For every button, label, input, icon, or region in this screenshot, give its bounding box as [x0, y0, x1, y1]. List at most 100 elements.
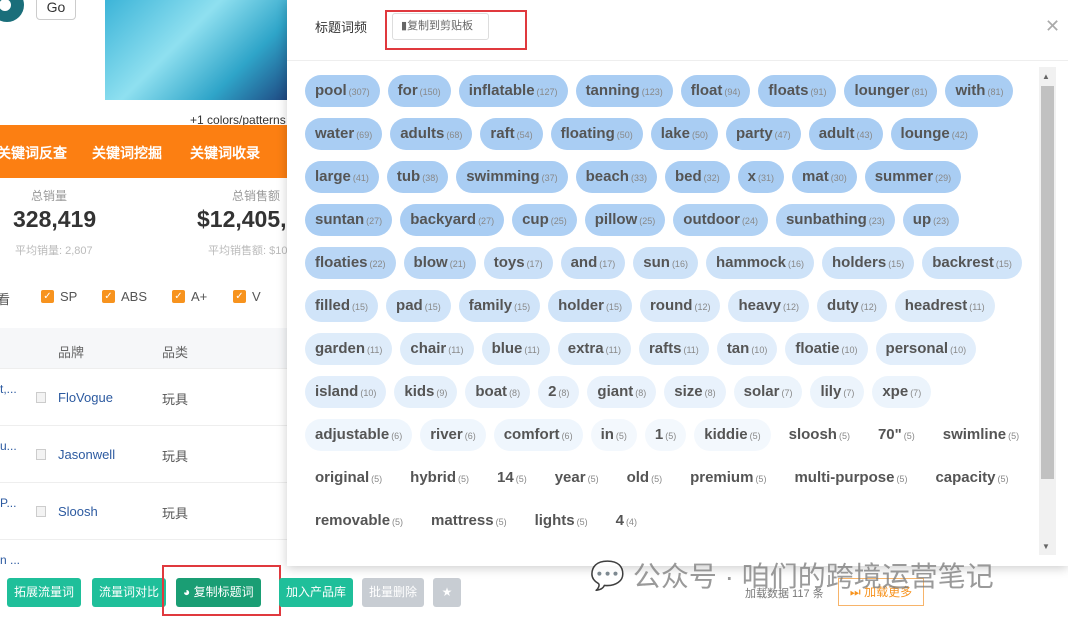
nav-keyword-mining[interactable]: 关键词挖掘 [92, 143, 162, 163]
word-tag[interactable]: x (31) [737, 161, 785, 193]
word-tag[interactable]: tub (38) [386, 161, 449, 193]
doc-icon[interactable] [36, 506, 46, 517]
word-tag[interactable]: beach (33) [575, 161, 657, 193]
brand-link[interactable]: Jasonwell [58, 447, 115, 462]
word-tag[interactable]: 4 (4) [606, 505, 647, 537]
word-tag[interactable]: extra (11) [557, 333, 631, 365]
word-tag[interactable]: float (94) [680, 75, 751, 107]
word-tag[interactable]: and (17) [560, 247, 626, 279]
word-tag[interactable]: sunbathing (23) [775, 204, 895, 236]
word-tag[interactable]: adjustable (6) [305, 419, 413, 451]
word-tag[interactable]: up (23) [902, 204, 960, 236]
word-tag[interactable]: pad (15) [386, 290, 451, 322]
word-tag[interactable]: capacity (5) [925, 462, 1018, 494]
word-tag[interactable]: raft (54) [480, 118, 543, 150]
word-tag[interactable]: solar (7) [733, 376, 803, 408]
word-tag[interactable]: outdoor (24) [673, 204, 768, 236]
word-tag[interactable]: removable (5) [305, 505, 413, 537]
word-tag[interactable]: blow (21) [403, 247, 476, 279]
doc-icon[interactable] [36, 449, 46, 460]
checkbox-sp[interactable]: ✓ SP [41, 289, 77, 304]
word-tag[interactable]: 2 (8) [538, 376, 580, 408]
word-tag[interactable]: river (6) [420, 419, 486, 451]
word-tag[interactable]: floats (91) [758, 75, 837, 107]
word-tag[interactable]: suntan (27) [305, 204, 393, 236]
word-tag[interactable]: hybrid (5) [400, 462, 479, 494]
product-title[interactable]: t,... [0, 382, 17, 396]
word-tag[interactable]: holder (15) [548, 290, 632, 322]
word-tag[interactable]: garden (11) [305, 333, 393, 365]
word-tag[interactable]: island (10) [305, 376, 387, 408]
add-to-library-button[interactable]: 加入产品库 [279, 578, 354, 607]
word-tag[interactable]: backyard (27) [400, 204, 505, 236]
word-tag[interactable]: kiddie (5) [694, 419, 771, 451]
word-tag[interactable]: tan (10) [716, 333, 778, 365]
word-tag[interactable]: inflatable (127) [458, 75, 568, 107]
word-tag[interactable]: size (8) [664, 376, 726, 408]
word-tag[interactable]: heavy (12) [728, 290, 810, 322]
word-tag[interactable]: hammock (16) [705, 247, 814, 279]
word-tag[interactable]: lounger (81) [844, 75, 938, 107]
scroll-up-icon[interactable]: ▲ [1042, 72, 1050, 81]
product-title[interactable]: u... [0, 439, 17, 453]
word-tag[interactable]: chair (11) [400, 333, 474, 365]
word-tag[interactable]: kids (9) [394, 376, 458, 408]
word-tag[interactable]: mattress (5) [421, 505, 517, 537]
word-tag[interactable]: blue (11) [481, 333, 550, 365]
close-icon[interactable]: ✕ [1045, 16, 1060, 37]
word-tag[interactable]: premium (5) [680, 462, 776, 494]
word-tag[interactable]: filled (15) [305, 290, 379, 322]
compare-traffic-words-button[interactable]: 流量词对比 [92, 578, 167, 607]
expand-traffic-words-button[interactable]: 拓展流量词 [7, 578, 82, 607]
word-tag[interactable]: comfort (6) [493, 419, 583, 451]
word-tag[interactable]: swimline (5) [933, 419, 1029, 451]
word-tag[interactable]: headrest (11) [894, 290, 995, 322]
word-tag[interactable]: rafts (11) [638, 333, 709, 365]
word-tag[interactable]: 1 (5) [644, 419, 687, 451]
word-tag[interactable]: with (81) [945, 75, 1014, 107]
word-tag[interactable]: multi-purpose (5) [784, 462, 917, 494]
checkbox-aplus[interactable]: ✓ A+ [172, 289, 207, 304]
word-tag[interactable]: adults (68) [390, 118, 473, 150]
word-tag[interactable]: lily (7) [810, 376, 865, 408]
scrollbar-thumb[interactable] [1041, 86, 1054, 479]
word-tag[interactable]: round (12) [639, 290, 721, 322]
word-tag[interactable]: sloosh (5) [779, 419, 860, 451]
word-tag[interactable]: summer (29) [864, 161, 962, 193]
word-tag[interactable]: lights (5) [525, 505, 598, 537]
word-tag[interactable]: year (5) [545, 462, 609, 494]
word-tag[interactable]: xpe (7) [872, 376, 932, 408]
word-tag[interactable]: old (5) [617, 462, 673, 494]
word-tag[interactable]: lake (50) [650, 118, 718, 150]
word-tag[interactable]: 14 (5) [487, 462, 537, 494]
word-tag[interactable]: mat (30) [792, 161, 857, 193]
word-tag[interactable]: floatie (10) [785, 333, 868, 365]
brand-link[interactable]: FloVogue [58, 390, 113, 405]
word-tag[interactable]: adult (43) [808, 118, 883, 150]
word-tag[interactable]: cup (25) [512, 204, 577, 236]
nav-keyword-reverse[interactable]: 关键词反查 [0, 143, 67, 163]
word-tag[interactable]: boat (8) [465, 376, 531, 408]
word-tag[interactable]: swimming (37) [456, 161, 568, 193]
word-tag[interactable]: personal (10) [875, 333, 977, 365]
word-tag[interactable]: holders (15) [822, 247, 915, 279]
word-tag[interactable]: floating (50) [550, 118, 643, 150]
word-tag[interactable]: tanning (123) [575, 75, 673, 107]
product-title[interactable]: n ... [0, 553, 20, 567]
go-button[interactable]: Go [36, 0, 76, 20]
word-tag[interactable]: giant (8) [587, 376, 657, 408]
batch-delete-button[interactable]: 批量删除 [362, 578, 425, 607]
favorite-button[interactable]: ★ [433, 578, 461, 607]
product-title[interactable]: P... [0, 496, 16, 510]
word-tag[interactable]: bed (32) [664, 161, 730, 193]
word-tag[interactable]: sun (16) [633, 247, 698, 279]
word-tag[interactable]: duty (12) [817, 290, 887, 322]
word-tag[interactable]: water (69) [305, 118, 383, 150]
word-tag[interactable]: lounge (42) [890, 118, 978, 150]
scroll-down-icon[interactable]: ▼ [1042, 542, 1050, 551]
word-tag[interactable]: pool (307) [305, 75, 380, 107]
word-tag[interactable]: large (41) [305, 161, 379, 193]
word-tag[interactable]: pillow (25) [584, 204, 666, 236]
word-tag[interactable]: original (5) [305, 462, 392, 494]
word-tag[interactable]: toys (17) [483, 247, 553, 279]
